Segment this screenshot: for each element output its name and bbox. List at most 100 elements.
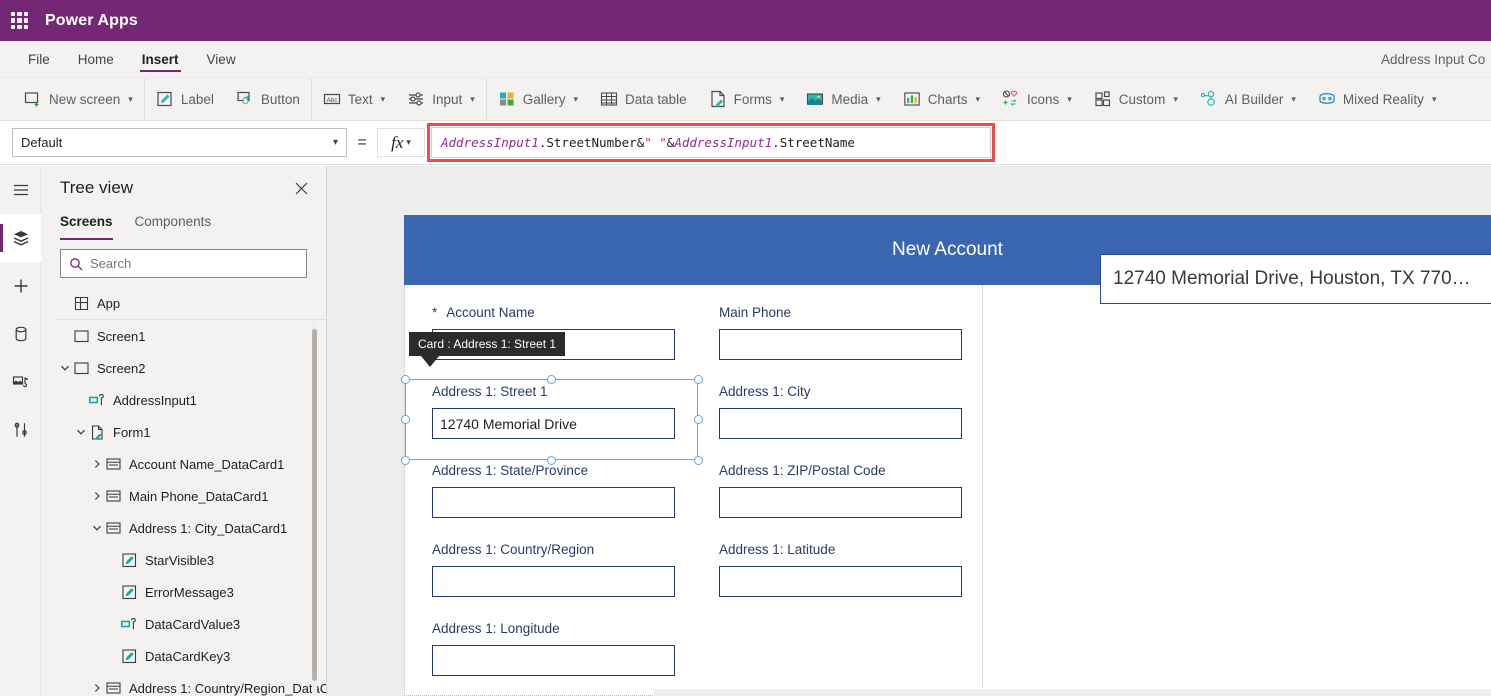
- tree-item-datacardvalue3[interactable]: DataCardValue3: [41, 608, 326, 640]
- ribbon-icons-button[interactable]: Icons ▾: [991, 78, 1083, 120]
- tree-item-form1[interactable]: Form1: [41, 416, 326, 448]
- tree-item-address1-city-datacard1[interactable]: Address 1: City_DataCard1: [41, 512, 326, 544]
- selection-handle-sw[interactable]: [401, 456, 410, 465]
- tree-item-datacardkey3[interactable]: DataCardKey3: [41, 640, 326, 672]
- selection-handle-e[interactable]: [694, 415, 703, 424]
- tree-item-app[interactable]: App: [41, 287, 326, 319]
- form-field-input[interactable]: [432, 566, 675, 597]
- menu-item-view[interactable]: View: [205, 41, 238, 78]
- tree-item-main-phone-datacard1[interactable]: Main Phone_DataCard1: [41, 480, 326, 512]
- chevron-down-icon[interactable]: ▾: [975, 94, 980, 105]
- ribbon-label-button[interactable]: Label: [145, 78, 225, 120]
- tree-item-starvisible3[interactable]: StarVisible3: [41, 544, 326, 576]
- form-card-address1-zip-postal-code[interactable]: Address 1: ZIP/Postal Code: [719, 463, 962, 518]
- card-icon: [105, 458, 122, 470]
- tree-item-label: App: [97, 295, 121, 311]
- property-selector-value: Default: [21, 135, 63, 150]
- chevron-down-icon[interactable]: ▾: [876, 94, 881, 105]
- selection-handle-w[interactable]: [401, 415, 410, 424]
- tree-scrollbar-thumb[interactable]: [312, 329, 317, 681]
- selection-handle-s[interactable]: [547, 456, 556, 465]
- chevron-down-icon[interactable]: ▾: [1291, 94, 1296, 105]
- tree-item-account-name-datacard1[interactable]: Account Name_DataCard1: [41, 448, 326, 480]
- chevron-down-icon[interactable]: ▾: [780, 94, 785, 105]
- ribbon-charts-button[interactable]: Charts ▾: [892, 78, 991, 120]
- tree-item-errormessage3[interactable]: ErrorMessage3: [41, 576, 326, 608]
- menu-icon-button[interactable]: [0, 166, 41, 214]
- insert-icon-button[interactable]: [0, 262, 41, 310]
- chevron-down-icon[interactable]: ▾: [1432, 94, 1437, 105]
- address-input-control[interactable]: 12740 Memorial Drive, Houston, TX 770…: [1100, 254, 1491, 304]
- ribbon-button-button[interactable]: Button: [225, 78, 311, 120]
- chevron-down-icon[interactable]: [57, 363, 73, 373]
- tree-item-screen2[interactable]: Screen2: [41, 352, 326, 384]
- menu-icon: [13, 184, 28, 196]
- form-field-input[interactable]: 12740 Memorial Drive: [432, 408, 675, 439]
- chevron-down-icon[interactable]: ▾: [574, 94, 579, 105]
- fx-button[interactable]: fx ▾: [377, 128, 425, 157]
- form-field-input[interactable]: [719, 487, 962, 518]
- tree-item-address1-country-region-datacard[interactable]: Address 1: Country/Region_DataCard: [41, 672, 326, 696]
- chevron-down-icon[interactable]: ▾: [381, 94, 386, 105]
- media-icon-button[interactable]: [0, 358, 41, 406]
- chevron-down-icon[interactable]: ▾: [470, 94, 475, 105]
- form-field-input[interactable]: [432, 487, 675, 518]
- ribbon-new-screen-button[interactable]: New screen ▾: [13, 78, 144, 120]
- tree-item-label: ErrorMessage3: [145, 584, 234, 600]
- form-card-address1-street1[interactable]: Address 1: Street 1 12740 Memorial Drive: [432, 384, 675, 439]
- property-selector[interactable]: Default ▾: [12, 128, 347, 157]
- ribbon-forms-button[interactable]: Forms ▾: [698, 78, 796, 120]
- data-table-icon: [600, 92, 618, 106]
- menu-item-insert[interactable]: Insert: [139, 41, 181, 78]
- formula-input[interactable]: AddressInput1 .StreetNumber & " " & Addre…: [427, 123, 995, 162]
- search-input[interactable]: Search: [60, 249, 307, 278]
- ribbon-data-table-button[interactable]: Data table: [589, 78, 698, 120]
- chevron-down-icon[interactable]: ▾: [1067, 94, 1072, 105]
- form-card-address1-longitude[interactable]: Address 1: Longitude: [432, 621, 675, 676]
- form-field-input[interactable]: [719, 408, 962, 439]
- chevron-right-icon[interactable]: [89, 459, 105, 469]
- chevron-down-icon[interactable]: ▾: [1173, 94, 1178, 105]
- selection-handle-se[interactable]: [694, 456, 703, 465]
- form-card-address1-state-province[interactable]: Address 1: State/Province: [432, 463, 675, 518]
- chevron-down-icon[interactable]: [73, 427, 89, 437]
- tree-view-icon-button[interactable]: [0, 214, 41, 262]
- tab-screens[interactable]: Screens: [60, 210, 113, 240]
- form-field-input[interactable]: [432, 645, 675, 676]
- form-card-address1-latitude[interactable]: Address 1: Latitude: [719, 542, 962, 597]
- ribbon-gallery-button[interactable]: Gallery ▾: [487, 78, 589, 120]
- ribbon-text-button[interactable]: Abc Text ▾: [312, 78, 396, 120]
- advanced-icon-button[interactable]: [0, 406, 41, 454]
- tab-components[interactable]: Components: [135, 210, 212, 240]
- media-library-icon: [12, 376, 28, 388]
- close-icon[interactable]: [290, 177, 312, 199]
- tree-item-label: Address 1: Country/Region_DataCard: [129, 680, 326, 696]
- ribbon-ai-builder-button[interactable]: AI Builder ▾: [1189, 78, 1307, 120]
- form-field-input[interactable]: [719, 329, 962, 360]
- form-card-address1-country-region[interactable]: Address 1: Country/Region: [432, 542, 675, 597]
- app-launcher-icon[interactable]: [11, 12, 28, 29]
- canvas-horizontal-scrollbar[interactable]: [654, 689, 1491, 696]
- form-card-address1-city[interactable]: Address 1: City: [719, 384, 962, 439]
- ribbon-media-button[interactable]: Media ▾: [795, 78, 891, 120]
- tree-item-addressinput1[interactable]: AddressInput1: [41, 384, 326, 416]
- chevron-down-icon[interactable]: [89, 523, 105, 533]
- chevron-right-icon[interactable]: [89, 491, 105, 501]
- chevron-right-icon[interactable]: [89, 683, 105, 693]
- form-field-label: Address 1: Longitude: [432, 621, 560, 636]
- ribbon-mixed-reality-button[interactable]: Mixed Reality ▾: [1307, 78, 1448, 120]
- ribbon-input-button[interactable]: Input ▾: [396, 78, 486, 120]
- new-screen-icon: [24, 92, 39, 107]
- menu-item-home[interactable]: Home: [76, 41, 116, 78]
- chevron-down-icon[interactable]: ▾: [128, 94, 133, 105]
- form-card-main-phone[interactable]: Main Phone: [719, 305, 962, 360]
- ribbon-custom-button[interactable]: Custom ▾: [1083, 78, 1189, 120]
- tree-view-header: Tree view: [41, 166, 326, 210]
- menu-item-file[interactable]: File: [26, 41, 52, 78]
- selection-handle-n[interactable]: [547, 375, 556, 384]
- selection-handle-nw[interactable]: [401, 375, 410, 384]
- form-field-input[interactable]: [719, 566, 962, 597]
- tree-item-screen1[interactable]: Screen1: [41, 320, 326, 352]
- selection-handle-ne[interactable]: [694, 375, 703, 384]
- data-icon-button[interactable]: [0, 310, 41, 358]
